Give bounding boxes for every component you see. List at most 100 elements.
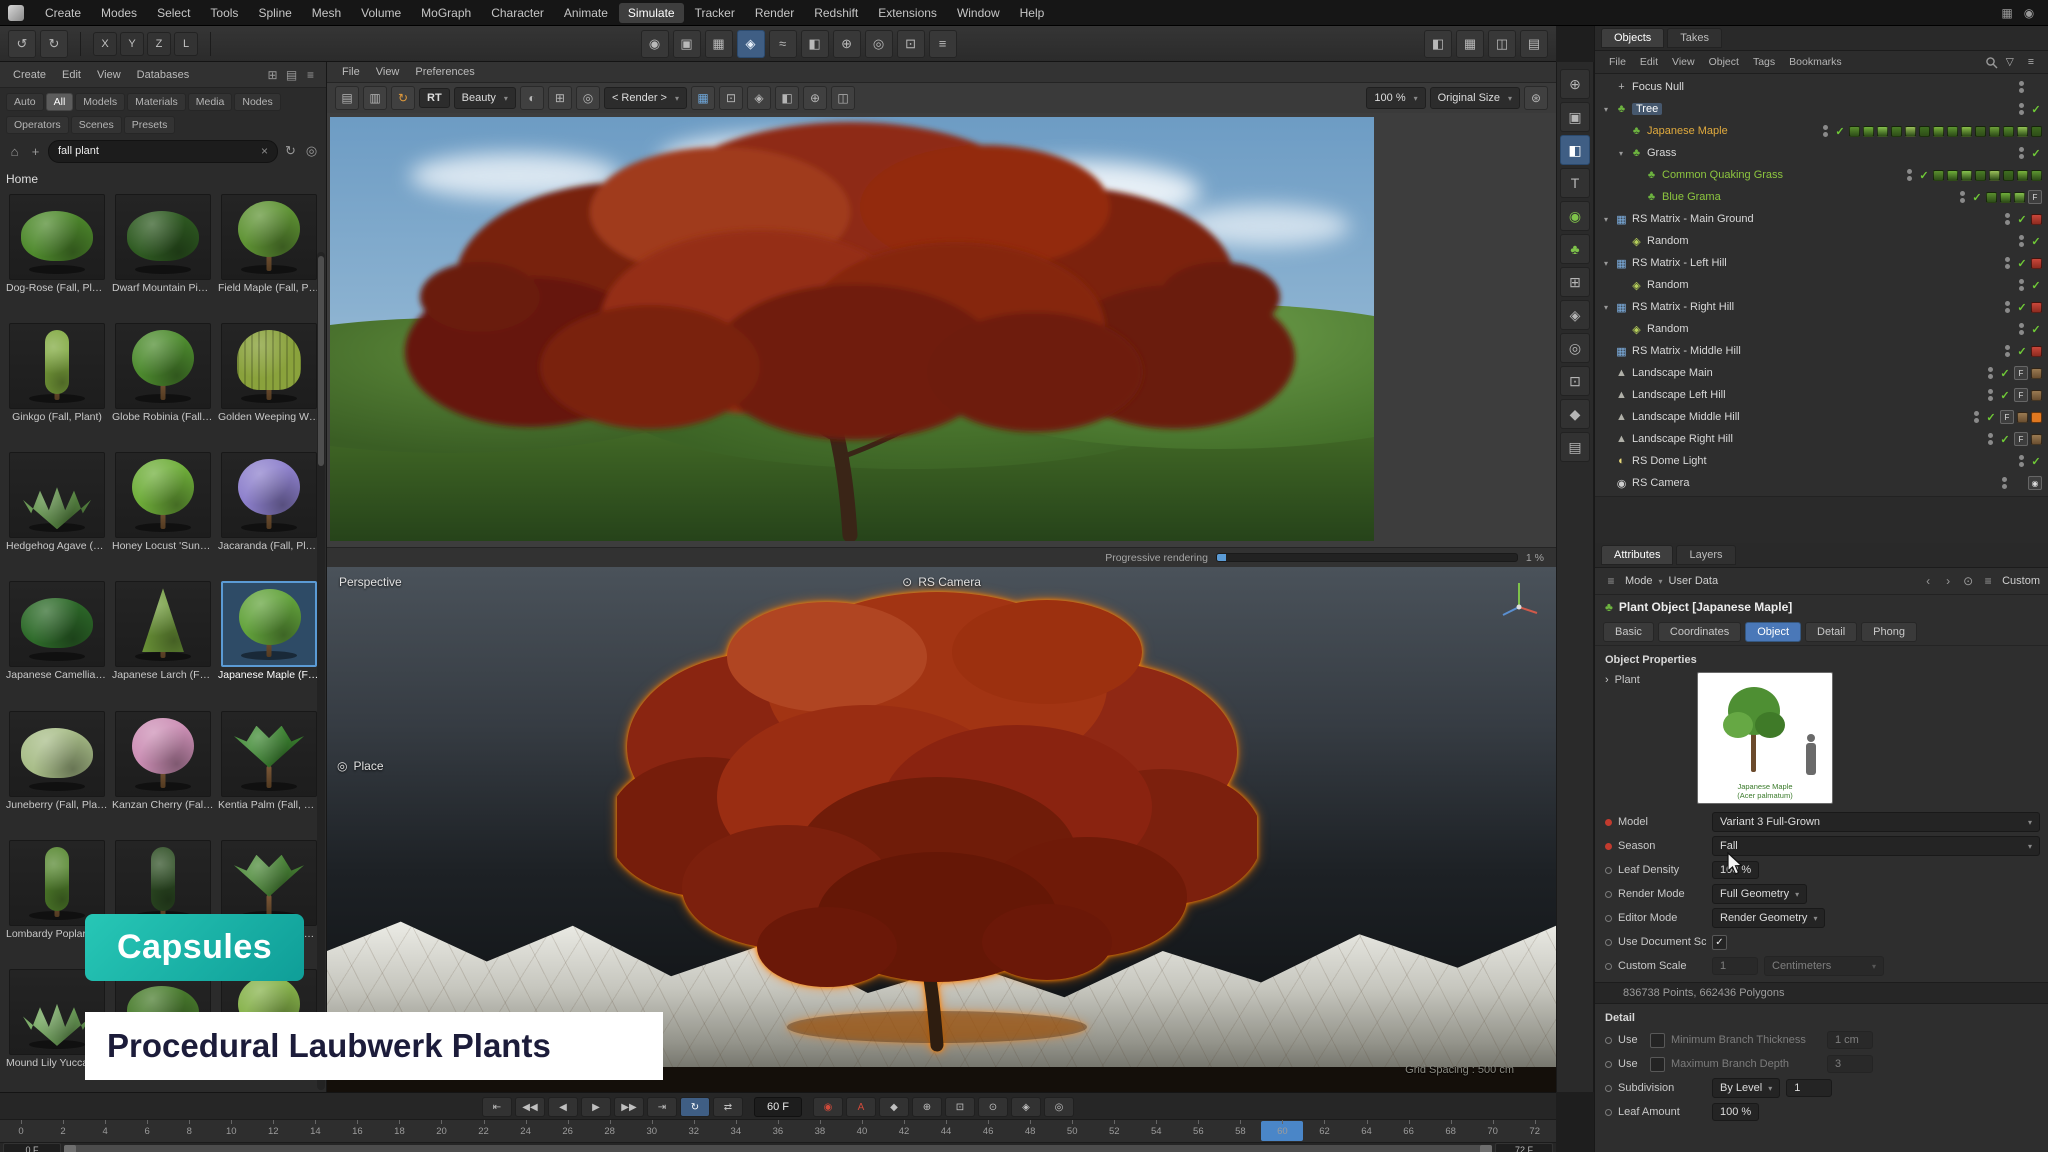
- rows-mode-icon[interactable]: ▤: [1560, 432, 1590, 462]
- visibility-dots[interactable]: [2002, 477, 2007, 489]
- asset-item-juneberry-fall-plant[interactable]: Juneberry (Fall, Plant): [6, 711, 108, 834]
- enabled-check-icon[interactable]: ✓: [2030, 103, 2042, 116]
- undo-icon[interactable]: ↺: [8, 30, 36, 58]
- goto-end-button[interactable]: ⇥: [647, 1097, 677, 1117]
- keyframe-circle-icon[interactable]: [1605, 1037, 1612, 1044]
- frame-tick-70[interactable]: 70: [1472, 1120, 1514, 1142]
- tab-phong[interactable]: Phong: [1861, 622, 1917, 642]
- visibility-dot-icon[interactable]: [2019, 455, 2024, 460]
- compare-icon[interactable]: ◫: [831, 86, 855, 110]
- visibility-dot-icon[interactable]: [2005, 352, 2010, 357]
- browser-menu-databases[interactable]: Databases: [130, 67, 197, 83]
- menubar-item-tracker[interactable]: Tracker: [686, 3, 744, 23]
- enabled-check-icon[interactable]: ✓: [2016, 345, 2028, 358]
- grid-mode-icon[interactable]: ⊞: [1560, 267, 1590, 297]
- material-swatch[interactable]: [2031, 126, 2042, 137]
- frame-tick-40[interactable]: 40: [841, 1120, 883, 1142]
- target-mode-icon[interactable]: ◎: [1560, 333, 1590, 363]
- frame-tick-48[interactable]: 48: [1009, 1120, 1051, 1142]
- visibility-dots[interactable]: [2005, 213, 2010, 225]
- frame-tick-28[interactable]: 28: [589, 1120, 631, 1142]
- material-swatch[interactable]: [1961, 126, 1972, 137]
- frame-tick-2[interactable]: 2: [42, 1120, 84, 1142]
- frame-tick-54[interactable]: 54: [1135, 1120, 1177, 1142]
- attr-checkbox-use-document-scale[interactable]: ✓: [1712, 935, 1727, 950]
- frame-tick-62[interactable]: 62: [1303, 1120, 1345, 1142]
- visibility-dot-icon[interactable]: [1988, 367, 1993, 372]
- object-row-common-quaking-grass[interactable]: ♣Common Quaking Grass✓: [1595, 164, 2048, 186]
- visibility-dot-icon[interactable]: [2019, 110, 2024, 115]
- object-row-focus-null[interactable]: +Focus Null: [1595, 76, 2048, 98]
- visibility-dots[interactable]: [2019, 455, 2024, 467]
- scrollbar[interactable]: [317, 252, 325, 1090]
- object-properties-header[interactable]: Object Properties: [1595, 646, 2048, 670]
- visibility-dot-icon[interactable]: [2005, 213, 2010, 218]
- material-swatch[interactable]: [1947, 170, 1958, 181]
- diamond-mode-icon[interactable]: ◈: [1560, 300, 1590, 330]
- menubar-item-simulate[interactable]: Simulate: [619, 3, 684, 23]
- objects-menu-object[interactable]: Object: [1703, 55, 1745, 69]
- panel-menu-icon[interactable]: ≡: [2022, 55, 2040, 69]
- attr-field-subdivision[interactable]: 1: [1786, 1079, 1832, 1097]
- material-swatch[interactable]: [1849, 126, 1860, 137]
- visibility-dot-icon[interactable]: [2019, 462, 2024, 467]
- object-row-rs-matrix-right-hill[interactable]: ▾▦RS Matrix - Right Hill✓: [1595, 296, 2048, 318]
- timeline-ruler[interactable]: 0246810121416182022242628303234363840424…: [0, 1119, 1556, 1143]
- frame-tick-0[interactable]: 0: [0, 1120, 42, 1142]
- asset-item-hedgehog-agave-fall[interactable]: Hedgehog Agave (Fall...: [6, 452, 108, 575]
- menubar-item-create[interactable]: Create: [36, 3, 90, 23]
- ab-compare-icon[interactable]: ◐: [520, 86, 544, 110]
- custom-dropdown[interactable]: Custom: [2002, 575, 2040, 587]
- material-swatch[interactable]: [1961, 170, 1972, 181]
- frame-tick-16[interactable]: 16: [336, 1120, 378, 1142]
- enabled-check-icon[interactable]: ✓: [2030, 279, 2042, 292]
- material-swatch[interactable]: [1947, 126, 1958, 137]
- visibility-dot-icon[interactable]: [2005, 220, 2010, 225]
- visibility-dot-icon[interactable]: [1974, 418, 1979, 423]
- frame-tick-46[interactable]: 46: [967, 1120, 1009, 1142]
- render-menu-file[interactable]: File: [335, 65, 367, 79]
- visibility-dots[interactable]: [2005, 257, 2010, 269]
- frame-tick-52[interactable]: 52: [1093, 1120, 1135, 1142]
- visibility-dot-icon[interactable]: [1988, 440, 1993, 445]
- frame-tick-42[interactable]: 42: [883, 1120, 925, 1142]
- frame-tick-4[interactable]: 4: [84, 1120, 126, 1142]
- cube-mode-icon[interactable]: ◧: [1560, 135, 1590, 165]
- rotation-key-button[interactable]: ⊙: [978, 1097, 1008, 1117]
- object-row-landscape-middle-hill[interactable]: ▲Landscape Middle Hill✓F: [1595, 406, 2048, 428]
- frame-tick-36[interactable]: 36: [757, 1120, 799, 1142]
- search-input[interactable]: fall plant ×: [48, 140, 278, 163]
- bake-tool-icon[interactable]: ⊡: [897, 30, 925, 58]
- attr-unit-dropdown[interactable]: Centimeters▾: [1764, 956, 1884, 976]
- menubar-item-extensions[interactable]: Extensions: [869, 3, 946, 23]
- object-label[interactable]: Common Quaking Grass: [1662, 169, 1783, 181]
- render-target-dropdown[interactable]: < Render > ▾: [604, 87, 687, 109]
- frame-tick-56[interactable]: 56: [1177, 1120, 1219, 1142]
- filter-target-icon[interactable]: ◎: [303, 143, 320, 159]
- filter-tab-presets[interactable]: Presets: [124, 116, 176, 134]
- refresh-icon[interactable]: ↻: [282, 143, 299, 159]
- visibility-dot-icon[interactable]: [2019, 242, 2024, 247]
- enabled-check-icon[interactable]: ✓: [1999, 389, 2011, 402]
- detail-field[interactable]: 3: [1827, 1055, 1873, 1073]
- range-start-field[interactable]: 0 F: [3, 1143, 61, 1152]
- record-button[interactable]: ◉: [813, 1097, 843, 1117]
- visibility-dot-icon[interactable]: [2002, 477, 2007, 482]
- detail-checkbox[interactable]: [1650, 1057, 1665, 1072]
- enabled-check-icon[interactable]: ✓: [2030, 323, 2042, 336]
- material-swatch[interactable]: [2000, 192, 2011, 203]
- frame-tick-8[interactable]: 8: [168, 1120, 210, 1142]
- visibility-dot-icon[interactable]: [2005, 257, 2010, 262]
- options-tool-icon[interactable]: ≡: [929, 30, 957, 58]
- menubar-item-volume[interactable]: Volume: [352, 3, 410, 23]
- visibility-dot-icon[interactable]: [2002, 484, 2007, 489]
- sphere-tool-icon[interactable]: ◉: [641, 30, 669, 58]
- place-tool-label[interactable]: ◎ Place: [337, 759, 384, 773]
- menubar-item-window[interactable]: Window: [948, 3, 1009, 23]
- object-label[interactable]: Blue Grama: [1662, 191, 1721, 203]
- save-image-icon[interactable]: ▤: [335, 86, 359, 110]
- workspace-icon[interactable]: ▦: [1996, 4, 2018, 22]
- filter-tab-scenes[interactable]: Scenes: [71, 116, 122, 134]
- redo-icon[interactable]: ↻: [40, 30, 68, 58]
- material-tag-icon[interactable]: [2031, 368, 2042, 379]
